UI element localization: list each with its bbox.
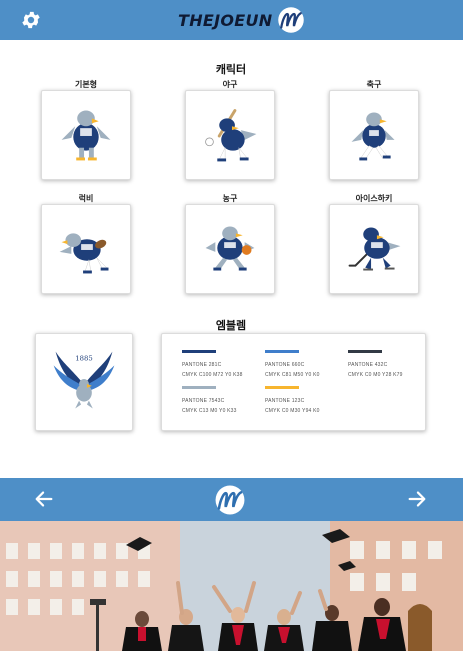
- bottom-nav-bar: [0, 478, 463, 521]
- arrow-left-icon[interactable]: [33, 488, 55, 510]
- cmyk-code: CMYK C0 M30 Y94 K0: [265, 408, 320, 414]
- pantone-code: PANTONE 7543C: [182, 398, 225, 404]
- character-card-soccer[interactable]: [329, 90, 419, 180]
- gear-icon[interactable]: [20, 9, 42, 31]
- mascot-hockey-image: [348, 227, 401, 271]
- palette-color-bar: [265, 350, 299, 353]
- palette-swatch: PANTONE 432C CMYK C0 M0 Y28 K79: [348, 350, 428, 378]
- character-label-baseball: 야구: [222, 80, 238, 89]
- brand-text: THEJOEUN: [178, 10, 273, 30]
- cmyk-code: CMYK C81 M50 Y0 K0: [265, 372, 320, 378]
- palette-color-bar: [182, 350, 216, 353]
- character-label-rugby: 럭비: [78, 194, 94, 203]
- mascot-basic-image: [61, 110, 111, 161]
- graduation-photo: [0, 521, 463, 651]
- m-logo-icon: [277, 7, 304, 33]
- palette-color-bar: [182, 386, 216, 389]
- character-card-rugby[interactable]: [41, 204, 131, 294]
- palette-color-bar: [265, 386, 299, 389]
- emblem-year: 1885: [75, 354, 92, 362]
- brand-logo[interactable]: THEJOEUN: [178, 4, 306, 36]
- top-bar: THEJOEUN: [0, 0, 463, 40]
- character-label-soccer: 축구: [366, 80, 382, 89]
- cmyk-code: CMYK C100 M72 Y0 K38: [182, 372, 243, 378]
- emblem-title: 엠블렘: [215, 320, 247, 332]
- character-label-basketball: 농구: [222, 194, 238, 203]
- mascot-basketball-image: [205, 226, 255, 271]
- characters-title: 캐릭터: [215, 64, 247, 76]
- emblem-image: 1885: [53, 351, 115, 409]
- cmyk-code: CMYK C13 M0 Y0 K33: [182, 408, 237, 414]
- pantone-code: PANTONE 660C: [265, 362, 305, 368]
- pantone-code: PANTONE 123C: [265, 398, 305, 404]
- palette-color-bar: [348, 350, 382, 353]
- character-card-basketball[interactable]: [185, 204, 275, 294]
- mascot-rugby-image: [59, 233, 109, 274]
- mascot-baseball-image: [205, 109, 257, 162]
- palette-swatch: PANTONE 281C CMYK C100 M72 Y0 K38: [182, 350, 262, 378]
- palette-swatch: PANTONE 660C CMYK C81 M50 Y0 K0: [265, 350, 345, 378]
- character-card-baseball[interactable]: [185, 90, 275, 180]
- palette-swatch: PANTONE 7543C CMYK C13 M0 Y0 K33: [182, 386, 262, 414]
- character-card-basic[interactable]: [41, 90, 131, 180]
- cmyk-code: CMYK C0 M0 Y28 K79: [348, 372, 403, 378]
- character-label-basic: 기본형: [74, 80, 98, 89]
- palette-swatch: PANTONE 123C CMYK C0 M30 Y94 K0: [265, 386, 345, 414]
- arrow-right-icon[interactable]: [406, 488, 428, 510]
- character-card-hockey[interactable]: [329, 204, 419, 294]
- character-label-hockey: 아이스하키: [355, 194, 393, 203]
- pantone-code: PANTONE 432C: [348, 362, 388, 368]
- emblem-card[interactable]: 1885: [35, 333, 133, 431]
- color-palette-panel: PANTONE 281C CMYK C100 M72 Y0 K38 PANTON…: [161, 333, 426, 431]
- pantone-code: PANTONE 281C: [182, 362, 222, 368]
- mascot-soccer-image: [351, 112, 395, 161]
- m-logo-icon[interactable]: [213, 483, 247, 517]
